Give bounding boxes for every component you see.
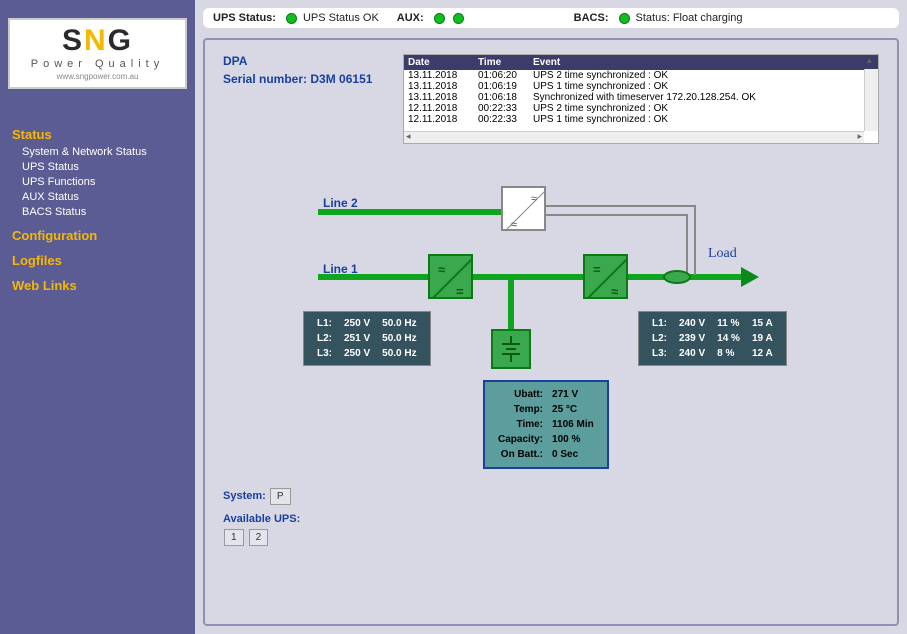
load-arrow-icon <box>741 267 759 287</box>
logo-subtitle: Power Quality <box>14 58 181 70</box>
aux-led-2-icon <box>453 13 464 24</box>
nav-item-bacs-status[interactable]: BACS Status <box>22 206 183 218</box>
ups-status-label: UPS Status: <box>213 12 276 24</box>
log-row: 13.11.201801:06:19UPS 1 time synchronize… <box>404 81 878 92</box>
svg-text:≈: ≈ <box>438 262 445 277</box>
output-switch <box>663 270 691 284</box>
aux-label: AUX: <box>397 12 424 24</box>
product-name: DPA <box>223 54 383 68</box>
logo-url: www.sngpower.com.au <box>14 72 181 81</box>
available-ups-label: Available UPS: <box>223 513 300 525</box>
log-scrollbar-h[interactable] <box>404 131 864 143</box>
logo-brand: SNG <box>14 26 181 56</box>
svg-text:≈: ≈ <box>611 284 618 299</box>
system-label: System: <box>223 490 266 502</box>
load-label: Load <box>708 246 737 262</box>
nav-item-aux-status[interactable]: AUX Status <box>22 191 183 203</box>
serial-number: Serial number: D3M 06151 <box>223 72 383 86</box>
logo: SNG Power Quality www.sngpower.com.au <box>8 18 187 89</box>
bacs-label: BACS: <box>574 12 609 24</box>
bacs-value: Status: Float charging <box>636 12 743 24</box>
bacs-led-icon <box>619 13 630 24</box>
battery-block <box>491 329 531 369</box>
status-bar: UPS Status: UPS Status OK AUX: BACS: Sta… <box>203 8 899 28</box>
nav: Status System & Network Status UPS Statu… <box>0 97 195 317</box>
ups-2-button[interactable]: 2 <box>249 529 269 546</box>
nav-item-ups-functions[interactable]: UPS Functions <box>22 176 183 188</box>
sidebar: SNG Power Quality www.sngpower.com.au St… <box>0 0 195 634</box>
nav-item-ups-status[interactable]: UPS Status <box>22 161 183 173</box>
svg-text:≈: ≈ <box>531 193 537 205</box>
log-row: 12.11.201800:22:33UPS 2 time synchronize… <box>404 103 878 114</box>
svg-text:=: = <box>593 262 601 277</box>
line2-label: Line 2 <box>323 196 358 210</box>
log-row: 12.11.201800:22:33UPS 1 time synchronize… <box>404 114 878 125</box>
ups-status-led-icon <box>286 13 297 24</box>
log-scrollbar-v[interactable] <box>864 69 878 131</box>
output-phase-readings: L1:240 V11 %15 A L2:239 V14 %19 A L3:240… <box>638 311 787 366</box>
input-phase-readings: L1:250 V50.0 Hz L2:251 V50.0 Hz L3:250 V… <box>303 311 431 366</box>
content-panel: DPA Serial number: D3M 06151 DateTimeEve… <box>203 38 899 626</box>
aux-led-1-icon <box>434 13 445 24</box>
log-row: 13.11.201801:06:18Synchronized with time… <box>404 92 878 103</box>
ups-diagram: Line 2 Line 1 Load ≈ <box>223 174 879 484</box>
bypass-block: ≈ ≈ <box>501 186 546 231</box>
nav-configuration[interactable]: Configuration <box>12 228 183 243</box>
nav-weblinks[interactable]: Web Links <box>12 278 183 293</box>
ups-1-button[interactable]: 1 <box>224 529 244 546</box>
svg-text:≈: ≈ <box>511 219 517 231</box>
svg-text:=: = <box>456 284 464 299</box>
log-row: 13.11.201801:06:20UPS 2 time synchronize… <box>404 70 878 81</box>
battery-wire <box>508 277 514 332</box>
rectifier-block: ≈ = <box>428 254 473 299</box>
line2-wire <box>318 209 503 215</box>
inverter-block: = ≈ <box>583 254 628 299</box>
main: UPS Status: UPS Status OK AUX: BACS: Sta… <box>195 0 907 634</box>
nav-status[interactable]: Status <box>12 127 183 142</box>
battery-readings: Ubatt:271 V Temp:25 °C Time:1106 Min Cap… <box>483 380 609 469</box>
nav-item-system[interactable]: System & Network Status <box>22 146 183 158</box>
ups-status-value: UPS Status OK <box>303 12 379 24</box>
log-header: DateTimeEvent <box>404 55 878 70</box>
nav-logfiles[interactable]: Logfiles <box>12 253 183 268</box>
event-log[interactable]: DateTimeEvent 13.11.201801:06:20UPS 2 ti… <box>403 54 879 144</box>
system-p-button[interactable]: P <box>270 488 291 505</box>
